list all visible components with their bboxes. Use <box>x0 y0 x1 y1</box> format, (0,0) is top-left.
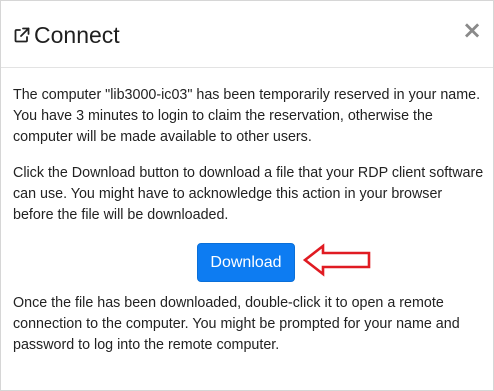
connect-dialog: Connect × The computer "lib3000-ic03" ha… <box>0 0 494 391</box>
download-button-container: Download <box>197 243 295 282</box>
download-button[interactable]: Download <box>197 243 295 282</box>
dialog-title: Connect <box>34 22 120 48</box>
reservation-message: The computer "lib3000-ic03" has been tem… <box>13 87 481 145</box>
connection-instructions: Once the file has been downloaded, doubl… <box>13 295 460 353</box>
dialog-header: Connect × <box>1 1 493 68</box>
close-button[interactable]: × <box>461 17 483 43</box>
download-instructions: Click the Download button to download a … <box>13 165 484 223</box>
red-arrow-annotation <box>302 243 371 277</box>
external-link-icon <box>13 26 31 44</box>
